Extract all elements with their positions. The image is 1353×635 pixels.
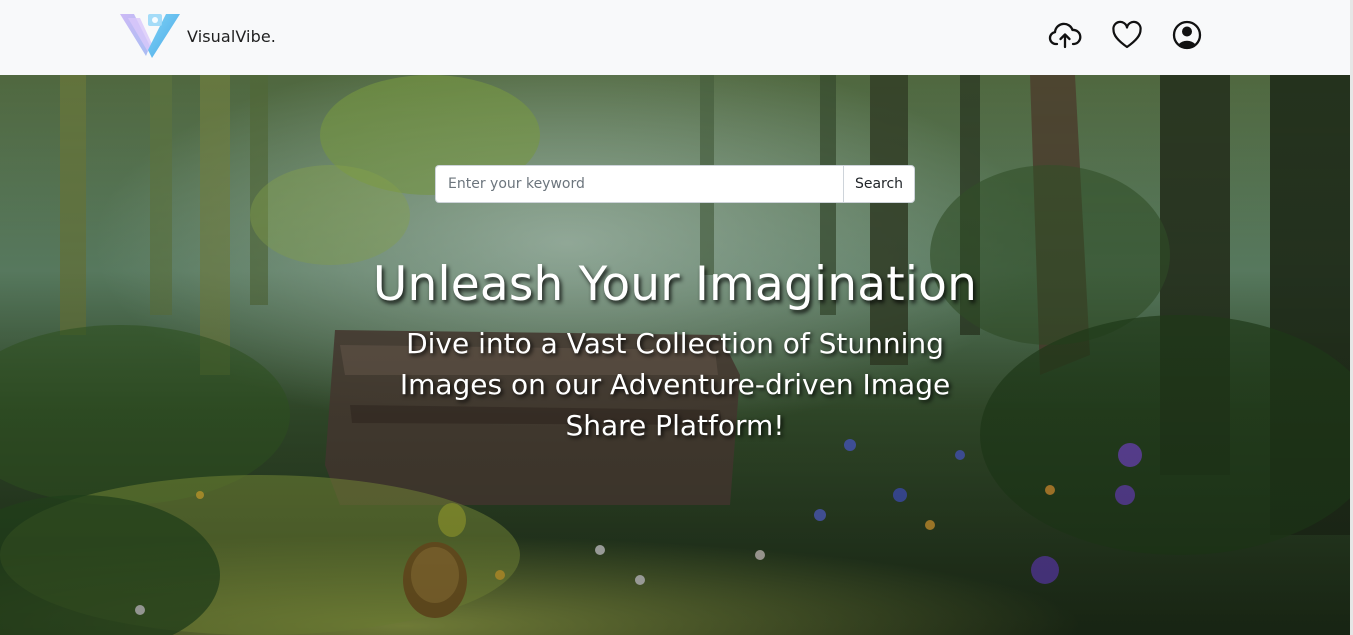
search-form: Search: [435, 165, 915, 203]
search-input[interactable]: [435, 165, 843, 203]
brand-name: VisualVibe.: [187, 26, 276, 46]
upload-button[interactable]: [1048, 18, 1082, 52]
hero-section: Search Unleash Your Imagination Dive int…: [0, 75, 1350, 635]
user-circle-icon: [1172, 20, 1202, 50]
search-button[interactable]: Search: [843, 165, 915, 203]
hero-title: Unleash Your Imagination: [372, 257, 978, 312]
hero-subtitle: Dive into a Vast Collection of Stunning …: [399, 327, 951, 442]
nav-icon-group: [1048, 18, 1204, 52]
visualvibe-logo-icon: [120, 14, 180, 58]
navbar: VisualVibe.: [0, 0, 1353, 75]
account-button[interactable]: [1170, 18, 1204, 52]
heart-icon: [1112, 20, 1142, 49]
brand-link[interactable]: VisualVibe.: [118, 10, 276, 62]
cloud-upload-icon: [1048, 22, 1082, 49]
favorites-button[interactable]: [1110, 18, 1144, 52]
